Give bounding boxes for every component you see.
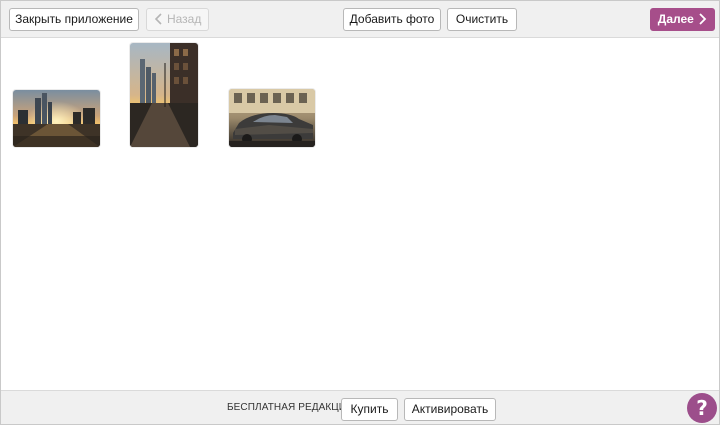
photo-thumbnail-2[interactable]: [130, 43, 198, 147]
back-button[interactable]: Назад: [146, 8, 209, 31]
sunset-city-photo: [13, 90, 100, 147]
bottom-bar: БЕСПЛАТНАЯ РЕДАКЦИЯ Купить Активировать …: [1, 390, 719, 424]
help-icon[interactable]: ?: [687, 393, 717, 423]
next-label: Далее: [657, 12, 694, 26]
back-label: Назад: [166, 12, 202, 26]
buy-button[interactable]: Купить: [341, 398, 398, 421]
next-button[interactable]: Далее: [650, 8, 715, 31]
activate-button[interactable]: Активировать: [404, 398, 496, 421]
photo-thumbnail-3[interactable]: [229, 89, 315, 147]
edition-label: БЕСПЛАТНАЯ РЕДАКЦИЯ: [227, 402, 354, 413]
chevron-right-icon: [699, 13, 707, 25]
photo-area: [1, 38, 719, 390]
app-window: Закрыть приложение Назад Добавить фото О…: [0, 0, 720, 425]
clear-button[interactable]: Очистить: [447, 8, 517, 31]
add-photo-button[interactable]: Добавить фото: [343, 8, 441, 31]
close-app-button[interactable]: Закрыть приложение: [9, 8, 139, 31]
photo-thumbnail-1[interactable]: [13, 90, 100, 147]
top-toolbar: Закрыть приложение Назад Добавить фото О…: [1, 1, 719, 38]
chevron-left-icon: [154, 13, 162, 25]
sunset-street-photo: [130, 43, 198, 147]
parked-car-photo: [229, 89, 315, 147]
